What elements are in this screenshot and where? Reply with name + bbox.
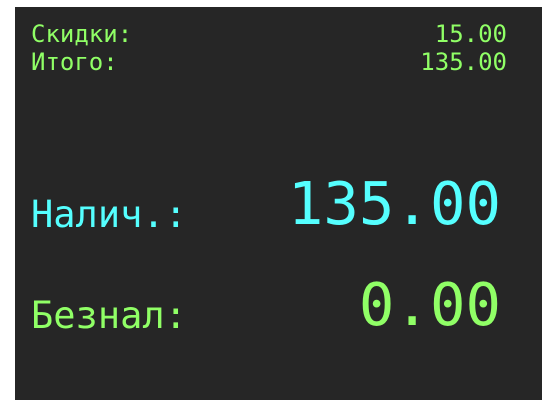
cash-label: Налич.: (31, 193, 187, 236)
total-label: Итого: (31, 48, 118, 76)
cashless-value: 0.00 (358, 270, 501, 339)
total-row: Итого: 135.00 (15, 50, 542, 74)
cash-payment-row: Налич.: 135.00 (15, 174, 542, 244)
discount-row: Скидки: 15.00 (15, 22, 542, 46)
discount-value: 15.00 (434, 20, 507, 48)
discount-label: Скидки: (31, 20, 133, 48)
total-value: 135.00 (420, 48, 507, 76)
cashless-payment-row: Безнал: 0.00 (15, 275, 542, 345)
cash-value: 135.00 (287, 169, 501, 238)
payment-summary-display: Скидки: 15.00 Итого: 135.00 Налич.: 135.… (15, 7, 542, 400)
customer-display-screen: Скидки: 15.00 Итого: 135.00 Налич.: 135.… (0, 0, 542, 400)
cashless-label: Безнал: (31, 294, 187, 337)
